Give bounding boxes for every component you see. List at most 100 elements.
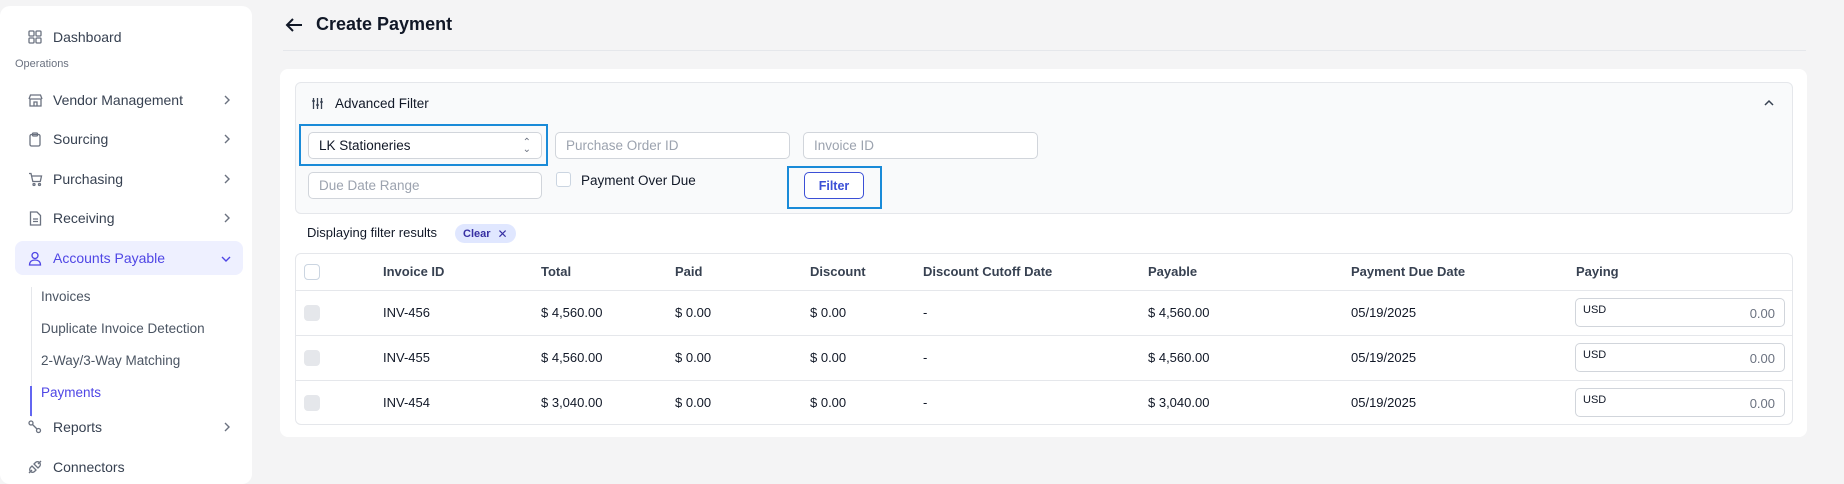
sidebar-item-label: Accounts Payable — [53, 250, 166, 266]
chart-icon — [27, 419, 43, 435]
user-icon — [27, 250, 43, 266]
due-date-range-input[interactable] — [308, 172, 542, 199]
chevron-right-icon — [223, 131, 231, 147]
close-icon[interactable]: ✕ — [498, 227, 508, 241]
sidebar: Dashboard Operations Vendor Management S… — [0, 6, 252, 484]
sidebar-item-label: Reports — [53, 419, 103, 435]
cell-discount-cutoff: - — [923, 305, 928, 320]
cell-due-date: 05/19/2025 — [1351, 350, 1417, 365]
cell-invoice-id: INV-455 — [383, 350, 430, 365]
sidebar-item-purchasing[interactable]: Purchasing — [15, 162, 243, 196]
submenu-item-invoices[interactable]: Invoices — [41, 289, 91, 304]
page-title: Create Payment — [316, 14, 453, 34]
row-checkbox[interactable] — [304, 395, 320, 411]
cell-paid: $ 0.00 — [675, 305, 712, 320]
select-caret-icon: ⌃ ⌄ — [522, 137, 531, 155]
cell-paid: $ 0.00 — [675, 395, 712, 410]
advanced-filter-header[interactable]: Advanced Filter — [311, 96, 429, 111]
chevron-right-icon — [223, 419, 231, 435]
paying-amount-value: 0.00 — [1749, 306, 1775, 321]
row-divider — [296, 290, 1792, 291]
plug-icon — [27, 459, 43, 475]
submenu-item-duplicate-invoice-detection[interactable]: Duplicate Invoice Detection — [41, 321, 205, 336]
column-header: Paying — [1576, 264, 1619, 279]
section-label-operations: Operations — [15, 58, 69, 70]
document-icon — [27, 210, 43, 226]
sidebar-item-sourcing[interactable]: Sourcing — [15, 122, 243, 156]
filter-button[interactable]: Filter — [804, 172, 864, 199]
currency-label: USD — [1583, 349, 1607, 361]
cell-due-date: 05/19/2025 — [1351, 395, 1417, 410]
row-divider — [296, 380, 1792, 381]
payment-overdue-label: Payment Over Due — [581, 173, 696, 188]
sidebar-item-connectors[interactable]: Connectors — [15, 450, 243, 484]
chevron-right-icon — [223, 171, 231, 187]
select-all-checkbox[interactable] — [304, 264, 320, 280]
column-header: Invoice ID — [383, 264, 445, 279]
cart-icon — [27, 171, 43, 187]
cell-discount-cutoff: - — [923, 350, 928, 365]
sidebar-item-label: Sourcing — [53, 131, 109, 147]
column-header: Discount Cutoff Date — [923, 264, 1053, 279]
cell-payable: $ 3,040.00 — [1148, 395, 1210, 410]
column-header: Total — [541, 264, 572, 279]
cell-total: $ 4,560.00 — [541, 305, 603, 320]
invoice-table: Invoice ID Total Paid Discount Discount … — [295, 253, 1793, 425]
sidebar-item-receiving[interactable]: Receiving — [15, 201, 243, 235]
cell-invoice-id: INV-454 — [383, 395, 430, 410]
sidebar-item-dashboard[interactable]: Dashboard — [15, 20, 243, 54]
paying-amount-value: 0.00 — [1749, 351, 1775, 366]
results-status-text: Displaying filter results — [307, 225, 438, 240]
paying-amount-input[interactable]: USD 0.00 — [1575, 298, 1785, 327]
currency-label: USD — [1583, 304, 1607, 316]
sidebar-item-label: Dashboard — [53, 29, 122, 45]
sidebar-item-label: Vendor Management — [53, 92, 183, 108]
back-arrow-icon[interactable] — [283, 14, 305, 36]
cell-payable: $ 4,560.00 — [1148, 350, 1210, 365]
sidebar-item-label: Receiving — [53, 210, 115, 226]
row-divider — [296, 335, 1792, 336]
column-header: Payable — [1148, 264, 1198, 279]
vendor-select-value: LK Stationeries — [319, 138, 411, 153]
chevron-right-icon — [223, 92, 231, 108]
header-divider — [283, 50, 1806, 51]
sidebar-item-vendor-management[interactable]: Vendor Management — [15, 83, 243, 117]
store-icon — [27, 92, 43, 108]
cell-total: $ 3,040.00 — [541, 395, 603, 410]
cell-total: $ 4,560.00 — [541, 350, 603, 365]
advanced-filter-title: Advanced Filter — [335, 96, 429, 111]
cell-due-date: 05/19/2025 — [1351, 305, 1417, 320]
cell-discount: $ 0.00 — [810, 305, 847, 320]
submenu-item-payments[interactable]: Payments — [41, 385, 101, 400]
invoice-id-input[interactable] — [803, 132, 1038, 159]
cell-payable: $ 4,560.00 — [1148, 305, 1210, 320]
sidebar-item-label: Connectors — [53, 459, 125, 475]
paying-amount-value: 0.00 — [1749, 396, 1775, 411]
row-checkbox[interactable] — [304, 350, 320, 366]
submenu-item-matching[interactable]: 2-Way/3-Way Matching — [41, 353, 180, 368]
clear-filter-chip[interactable]: Clear ✕ — [455, 224, 516, 243]
grid-icon — [27, 29, 43, 45]
clear-chip-label: Clear — [463, 227, 491, 240]
currency-label: USD — [1583, 394, 1607, 406]
sidebar-item-accounts-payable[interactable]: Accounts Payable — [15, 241, 243, 275]
paying-amount-input[interactable]: USD 0.00 — [1575, 343, 1785, 372]
cell-discount-cutoff: - — [923, 395, 928, 410]
cell-paid: $ 0.00 — [675, 350, 712, 365]
chevron-up-icon[interactable] — [1763, 96, 1777, 110]
purchase-order-id-input[interactable] — [555, 132, 790, 159]
chevron-down-icon — [221, 250, 231, 266]
column-header: Payment Due Date — [1351, 264, 1466, 279]
row-checkbox[interactable] — [304, 305, 320, 321]
column-header: Paid — [675, 264, 703, 279]
paying-amount-input[interactable]: USD 0.00 — [1575, 388, 1785, 417]
cell-invoice-id: INV-456 — [383, 305, 430, 320]
sliders-icon — [311, 97, 325, 111]
vendor-select[interactable]: LK Stationeries ⌃ ⌄ — [308, 132, 542, 159]
column-header: Discount — [810, 264, 866, 279]
payment-overdue-checkbox[interactable] — [556, 172, 571, 187]
sidebar-item-reports[interactable]: Reports — [15, 410, 243, 444]
clipboard-icon — [27, 131, 43, 147]
cell-discount: $ 0.00 — [810, 395, 847, 410]
cell-discount: $ 0.00 — [810, 350, 847, 365]
